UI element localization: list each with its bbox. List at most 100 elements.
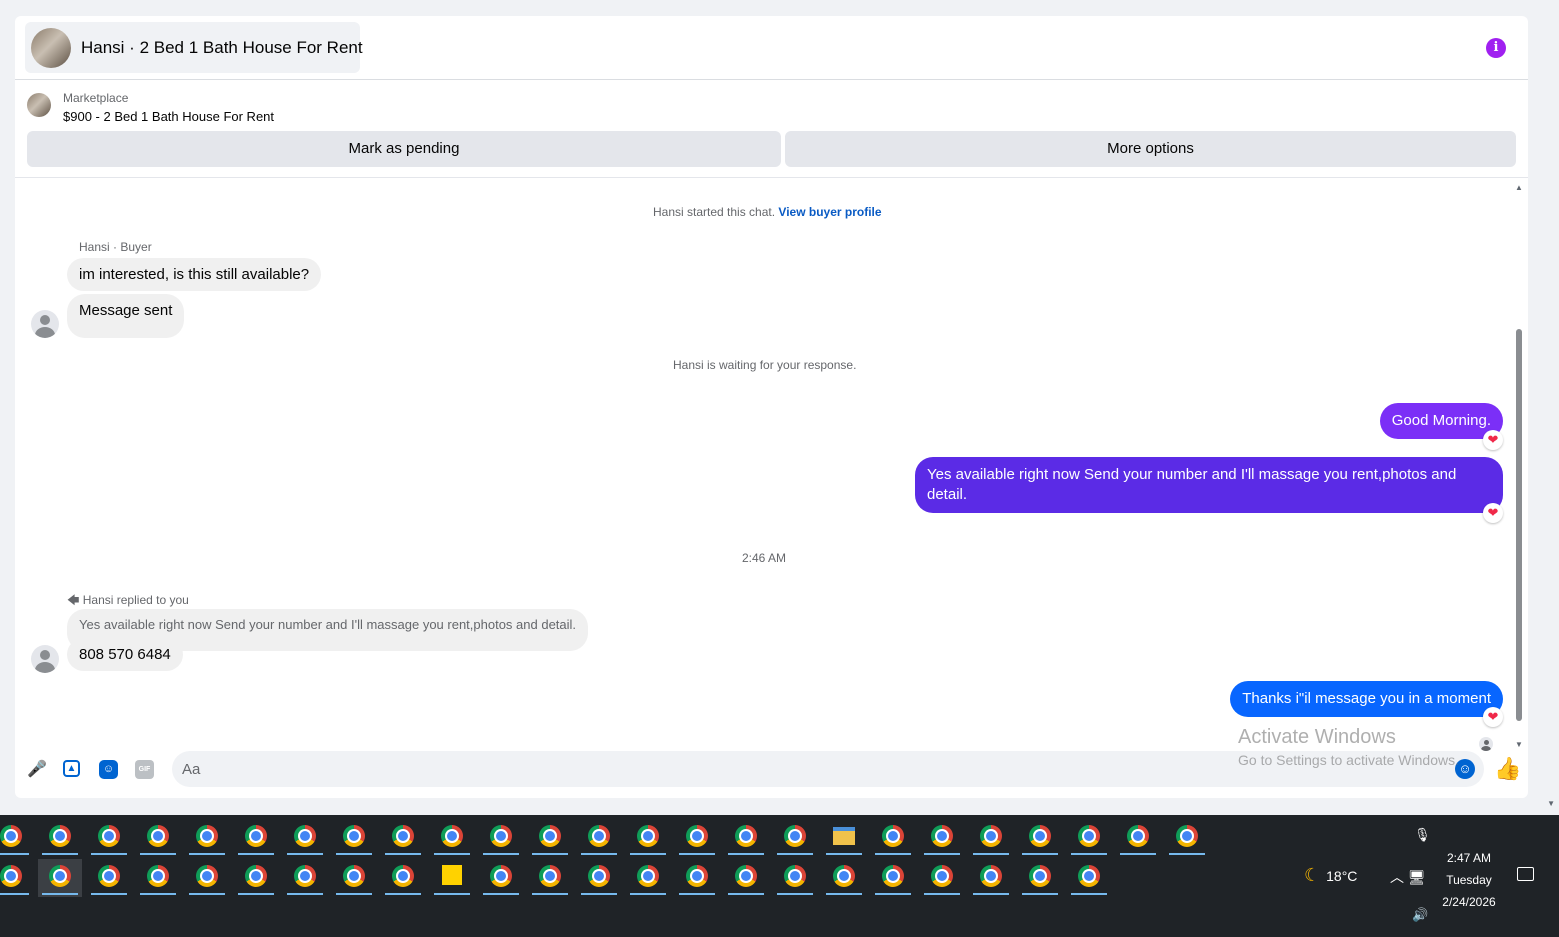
info-icon[interactable]: i (1486, 38, 1506, 58)
running-indicator (385, 893, 421, 895)
view-buyer-profile-link[interactable]: View buyer profile (778, 205, 881, 219)
gif-icon[interactable]: GIF (135, 760, 154, 779)
listing-price-title[interactable]: $900 - 2 Bed 1 Bath House For Rent (63, 109, 274, 124)
taskbar-app-button[interactable] (969, 859, 1013, 897)
taskbar-app-button[interactable] (1116, 819, 1160, 857)
taskbar-app-button[interactable] (430, 819, 474, 857)
taskbar-app-button[interactable] (381, 859, 425, 897)
running-indicator (679, 853, 715, 855)
clock-date: 2/24/2026 (1442, 895, 1496, 909)
taskbar-app-button[interactable] (234, 819, 278, 857)
scroll-up-icon[interactable]: ▲ (1515, 183, 1523, 192)
taskbar-app-button[interactable] (38, 859, 82, 897)
taskbar-app-button[interactable] (479, 859, 523, 897)
buyer-avatar[interactable] (31, 310, 59, 338)
heart-reaction-icon[interactable]: ❤ (1483, 430, 1503, 450)
taskbar-app-button[interactable] (1165, 819, 1209, 857)
conversation-title-chip[interactable]: Hansi · 2 Bed 1 Bath House For Rent (25, 22, 363, 73)
taskbar-app-button[interactable] (0, 819, 33, 857)
sticker-icon[interactable]: ☺ (99, 760, 118, 779)
incoming-message[interactable]: im interested, is this still available? (67, 258, 322, 291)
outgoing-message[interactable]: Yes available right now Send your number… (915, 457, 1503, 513)
taskbar-app-button[interactable] (87, 859, 131, 897)
more-options-button[interactable]: More options (785, 131, 1516, 167)
photo-icon[interactable]: ▲ (63, 760, 80, 777)
taskbar-app-button[interactable] (1018, 859, 1062, 897)
taskbar-app-button[interactable] (724, 859, 768, 897)
taskbar-app-button[interactable] (185, 859, 229, 897)
notification-center-icon[interactable] (1517, 867, 1534, 881)
incoming-message[interactable]: 808 570 6484 (67, 638, 183, 671)
taskbar-app-button[interactable] (871, 859, 915, 897)
taskbar-app-button[interactable] (136, 819, 180, 857)
taskbar-app-button[interactable] (822, 859, 866, 897)
incoming-message[interactable]: Message sent (67, 294, 185, 338)
taskbar-app-button[interactable] (87, 819, 131, 857)
chrome-icon (931, 865, 953, 887)
outgoing-message[interactable]: Thanks i"il message you in a moment (1230, 681, 1503, 717)
taskbar-app-button[interactable] (1067, 859, 1111, 897)
taskbar-app-button[interactable] (871, 819, 915, 857)
taskbar-app-button[interactable] (381, 819, 425, 857)
taskbar-app-button[interactable] (1067, 819, 1111, 857)
taskbar-app-button[interactable] (969, 819, 1013, 857)
taskbar-app-button[interactable] (528, 819, 572, 857)
microphone-tray-icon[interactable]: 🎙 (1414, 827, 1431, 843)
taskbar-app-button[interactable] (528, 859, 572, 897)
taskbar-app-button[interactable] (332, 859, 376, 897)
thread-scrollbar[interactable]: ▲ ▼ (1514, 179, 1524, 749)
taskbar-app-button[interactable] (724, 819, 768, 857)
taskbar-app-button[interactable] (283, 819, 327, 857)
heart-reaction-icon[interactable]: ❤ (1483, 707, 1503, 727)
taskbar-app-button[interactable] (430, 859, 474, 897)
buyer-avatar[interactable] (31, 645, 59, 673)
taskbar-app-button[interactable] (822, 819, 866, 857)
clock[interactable]: 2:47 AM Tuesday 2/24/2026 (1430, 847, 1508, 913)
chevron-up-icon[interactable]: ︿ (1390, 869, 1404, 885)
taskbar-app-button[interactable] (234, 859, 278, 897)
taskbar-app-button[interactable] (920, 859, 964, 897)
thumbs-up-icon[interactable]: 👍 (1494, 757, 1521, 781)
chrome-icon (1078, 825, 1100, 847)
taskbar-app-button[interactable] (0, 859, 33, 897)
network-icon[interactable]: 🖥 (1408, 869, 1426, 885)
taskbar-app-button[interactable] (185, 819, 229, 857)
taskbar-app-button[interactable] (577, 859, 621, 897)
sender-label: Hansi · Buyer (79, 240, 152, 254)
taskbar-app-button[interactable] (773, 819, 817, 857)
taskbar-app-button[interactable] (626, 859, 670, 897)
chrome-icon (882, 825, 904, 847)
tray-overflow[interactable]: ︿ 🖥 (1390, 867, 1426, 887)
scroll-thumb[interactable] (1516, 329, 1522, 721)
message-composer: 🎤 ▲ ☺ GIF ☺ 👍 (15, 748, 1528, 792)
taskbar-app-button[interactable] (1018, 819, 1062, 857)
taskbar-app-button[interactable] (136, 859, 180, 897)
running-indicator (973, 853, 1009, 855)
taskbar-app-button[interactable] (38, 819, 82, 857)
heart-reaction-icon[interactable]: ❤ (1483, 503, 1503, 523)
chrome-icon (343, 865, 365, 887)
emoji-icon[interactable]: ☺ (1455, 759, 1475, 779)
taskbar-app-button[interactable] (577, 819, 621, 857)
running-indicator (91, 853, 127, 855)
chrome-icon (931, 825, 953, 847)
taskbar-app-button[interactable] (283, 859, 327, 897)
mark-as-pending-button[interactable]: Mark as pending (27, 131, 781, 167)
running-indicator (434, 853, 470, 855)
volume-icon[interactable]: 🔊 (1412, 907, 1428, 923)
weather-widget[interactable]: ☾ 18°C (1304, 865, 1357, 886)
message-input[interactable] (172, 751, 1484, 787)
running-indicator (189, 893, 225, 895)
taskbar-app-button[interactable] (773, 859, 817, 897)
taskbar-app-button[interactable] (626, 819, 670, 857)
page-scroll-down-icon[interactable]: ▼ (1547, 799, 1555, 808)
taskbar-app-button[interactable] (675, 819, 719, 857)
taskbar-app-button[interactable] (479, 819, 523, 857)
running-indicator (483, 853, 519, 855)
taskbar-app-button[interactable] (332, 819, 376, 857)
microphone-icon[interactable]: 🎤 (27, 760, 47, 780)
taskbar-app-button[interactable] (675, 859, 719, 897)
taskbar-app-button[interactable] (920, 819, 964, 857)
listing-thumbnail[interactable] (27, 93, 51, 117)
running-indicator (483, 893, 519, 895)
